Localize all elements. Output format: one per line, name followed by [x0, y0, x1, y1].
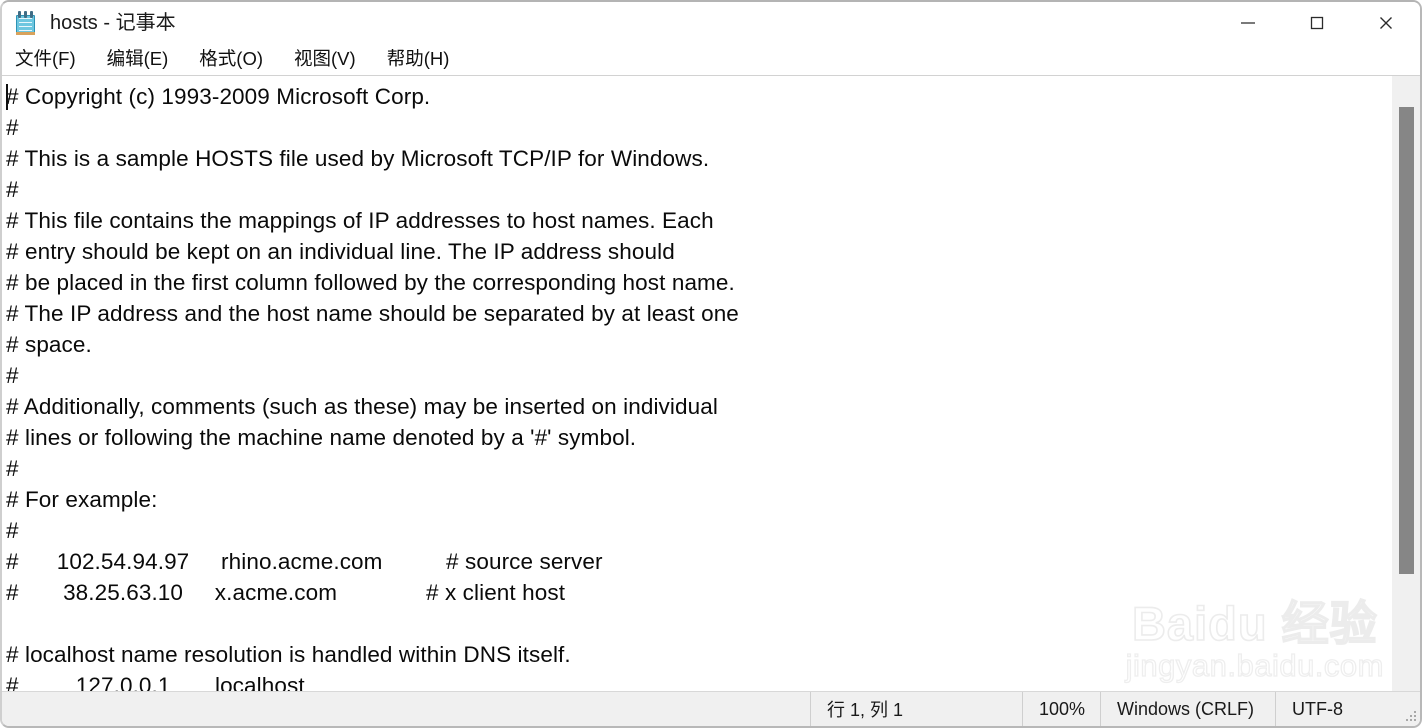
status-cursor-position[interactable]: 行 1, 列 1	[810, 692, 1022, 726]
editor-line: #	[6, 518, 19, 543]
status-encoding[interactable]: UTF-8	[1275, 692, 1420, 726]
editor-area: # Copyright (c) 1993-2009 Microsoft Corp…	[2, 75, 1420, 691]
maximize-icon	[1310, 16, 1323, 29]
editor-line: # localhost name resolution is handled w…	[6, 642, 571, 667]
menu-item-edit[interactable]: 编辑(E)	[107, 47, 183, 72]
window-controls	[1213, 2, 1420, 43]
title-bar-left: hosts - 记事本	[2, 10, 176, 35]
editor-line: # be placed in the first column followed…	[6, 270, 735, 295]
editor-line: # The IP address and the host name shoul…	[6, 301, 739, 326]
status-bar: 行 1, 列 1 100% Windows (CRLF) UTF-8	[2, 691, 1420, 726]
text-caret	[6, 84, 8, 110]
editor-line: #	[6, 115, 19, 140]
menu-item-format[interactable]: 格式(O)	[199, 47, 277, 72]
notepad-window: hosts - 记事本 文件(F) 编辑(E) 格式(O) 视图(V) 帮助(H…	[0, 0, 1422, 728]
menu-item-file[interactable]: 文件(F)	[15, 47, 90, 72]
vertical-scrollbar[interactable]	[1391, 76, 1420, 691]
status-spacer	[2, 692, 810, 726]
window-title: hosts - 记事本	[50, 11, 176, 34]
menu-item-view[interactable]: 视图(V)	[294, 47, 370, 72]
editor-line: # 38.25.63.10 x.acme.com # x client host	[6, 580, 566, 605]
status-zoom-level[interactable]: 100%	[1022, 692, 1100, 726]
minimize-button[interactable]	[1213, 2, 1282, 43]
menu-item-help[interactable]: 帮助(H)	[387, 47, 464, 72]
scrollbar-thumb[interactable]	[1399, 106, 1414, 575]
editor-line: # entry should be kept on an individual …	[6, 239, 675, 264]
notepad-icon	[15, 10, 37, 35]
minimize-icon	[1240, 21, 1255, 24]
editor-line: # lines or following the machine name de…	[6, 425, 637, 450]
editor-line: # Additionally, comments (such as these)…	[6, 394, 718, 419]
editor-line: #	[6, 363, 19, 388]
menu-bar: 文件(F) 编辑(E) 格式(O) 视图(V) 帮助(H)	[2, 43, 1420, 75]
editor-line: # Copyright (c) 1993-2009 Microsoft Corp…	[6, 84, 431, 109]
status-line-ending[interactable]: Windows (CRLF)	[1100, 692, 1275, 726]
editor-line: #	[6, 456, 19, 481]
close-icon	[1379, 16, 1392, 29]
editor-line: # 102.54.94.97 rhino.acme.com # source s…	[6, 549, 603, 574]
editor-line: # 127.0.0.1 localhost	[6, 673, 305, 691]
maximize-button[interactable]	[1282, 2, 1351, 43]
resize-grip-icon[interactable]	[1405, 711, 1417, 723]
title-bar: hosts - 记事本	[2, 2, 1420, 43]
editor-line: # This is a sample HOSTS file used by Mi…	[6, 146, 710, 171]
editor-line: # This file contains the mappings of IP …	[6, 208, 714, 233]
text-editor[interactable]: # Copyright (c) 1993-2009 Microsoft Corp…	[2, 76, 1391, 691]
editor-line: #	[6, 177, 19, 202]
close-button[interactable]	[1351, 2, 1420, 43]
editor-line: # For example:	[6, 487, 158, 512]
editor-line: # space.	[6, 332, 92, 357]
